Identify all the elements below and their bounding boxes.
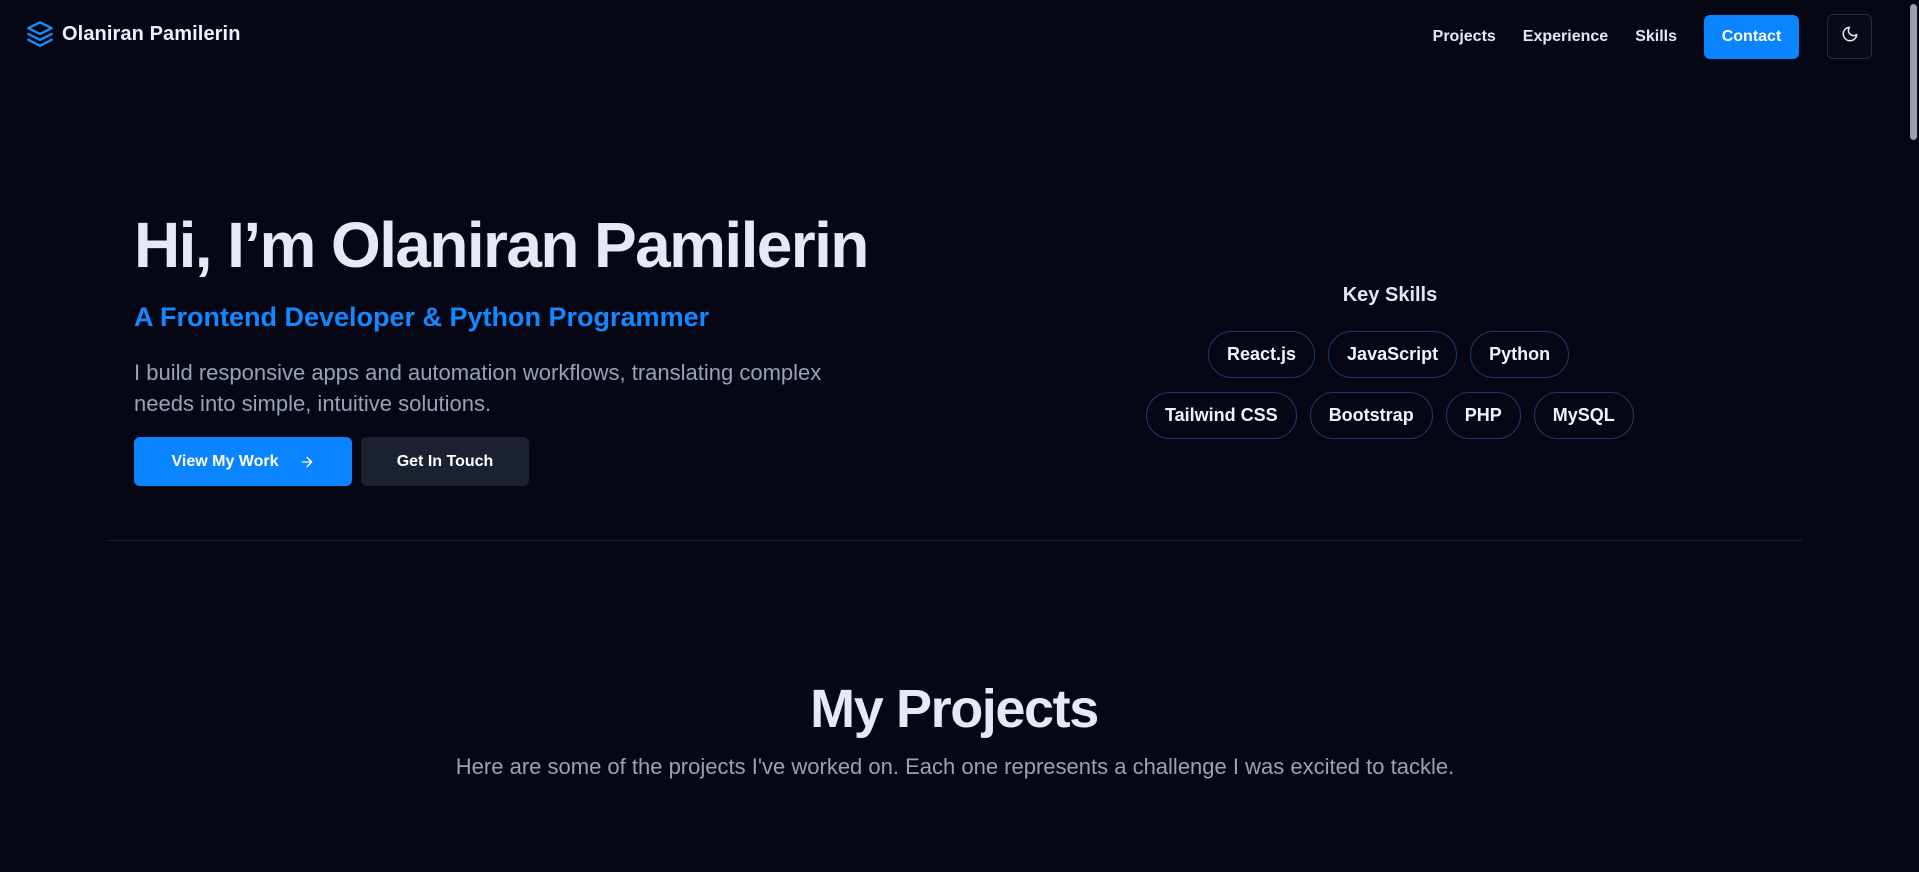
view-my-work-label: View My Work [171, 452, 279, 470]
layers-icon [26, 20, 54, 48]
skills-row-2: Tailwind CSS Bootstrap PHP MySQL [1146, 392, 1647, 439]
skills-row-1: React.js JavaScript Python [1208, 331, 1582, 378]
nav-link-projects[interactable]: Projects [1433, 28, 1496, 46]
skill-chip-mysql: MySQL [1533, 392, 1634, 439]
page: Olaniran Pamilerin Projects Experience S… [0, 0, 1919, 872]
hero-description: I build responsive apps and automation w… [134, 360, 822, 416]
section-divider [107, 540, 1802, 541]
hero-subtitle: A Frontend Developer & Python Programmer [134, 302, 710, 332]
site-header: Olaniran Pamilerin Projects Experience S… [0, 0, 1908, 72]
nav-link-skills[interactable]: Skills [1635, 28, 1677, 46]
nav-link-experience[interactable]: Experience [1523, 28, 1608, 46]
skill-chip-reactjs: React.js [1208, 331, 1316, 378]
get-in-touch-button[interactable]: Get In Touch [361, 437, 529, 486]
projects-description: Here are some of the projects I've worke… [455, 754, 1455, 779]
scrollbar-thumb[interactable] [1910, 4, 1917, 140]
view-my-work-button[interactable]: View My Work [134, 437, 352, 486]
brand-link[interactable]: Olaniran Pamilerin [26, 20, 241, 48]
key-skills-title: Key Skills [1342, 284, 1438, 306]
skill-chip-python: Python [1470, 331, 1570, 378]
hero-actions: View My Work Get In Touch [134, 437, 529, 486]
skill-chip-tailwind: Tailwind CSS [1146, 392, 1297, 439]
arrow-right-icon [299, 454, 315, 470]
page-scrollbar[interactable] [1908, 0, 1919, 872]
brand-name: Olaniran Pamilerin [62, 22, 241, 45]
main-nav: Projects Experience Skills Contact [1433, 14, 1872, 59]
theme-toggle-button[interactable] [1827, 14, 1872, 59]
projects-title: My Projects [810, 679, 1099, 739]
skill-chip-php: PHP [1445, 392, 1521, 439]
moon-icon [1841, 25, 1859, 48]
hero-title: Hi, I’m Olaniran Pamilerin [134, 209, 869, 281]
skill-chip-bootstrap: Bootstrap [1309, 392, 1433, 439]
skill-chip-javascript: JavaScript [1328, 331, 1458, 378]
contact-button[interactable]: Contact [1704, 14, 1799, 59]
